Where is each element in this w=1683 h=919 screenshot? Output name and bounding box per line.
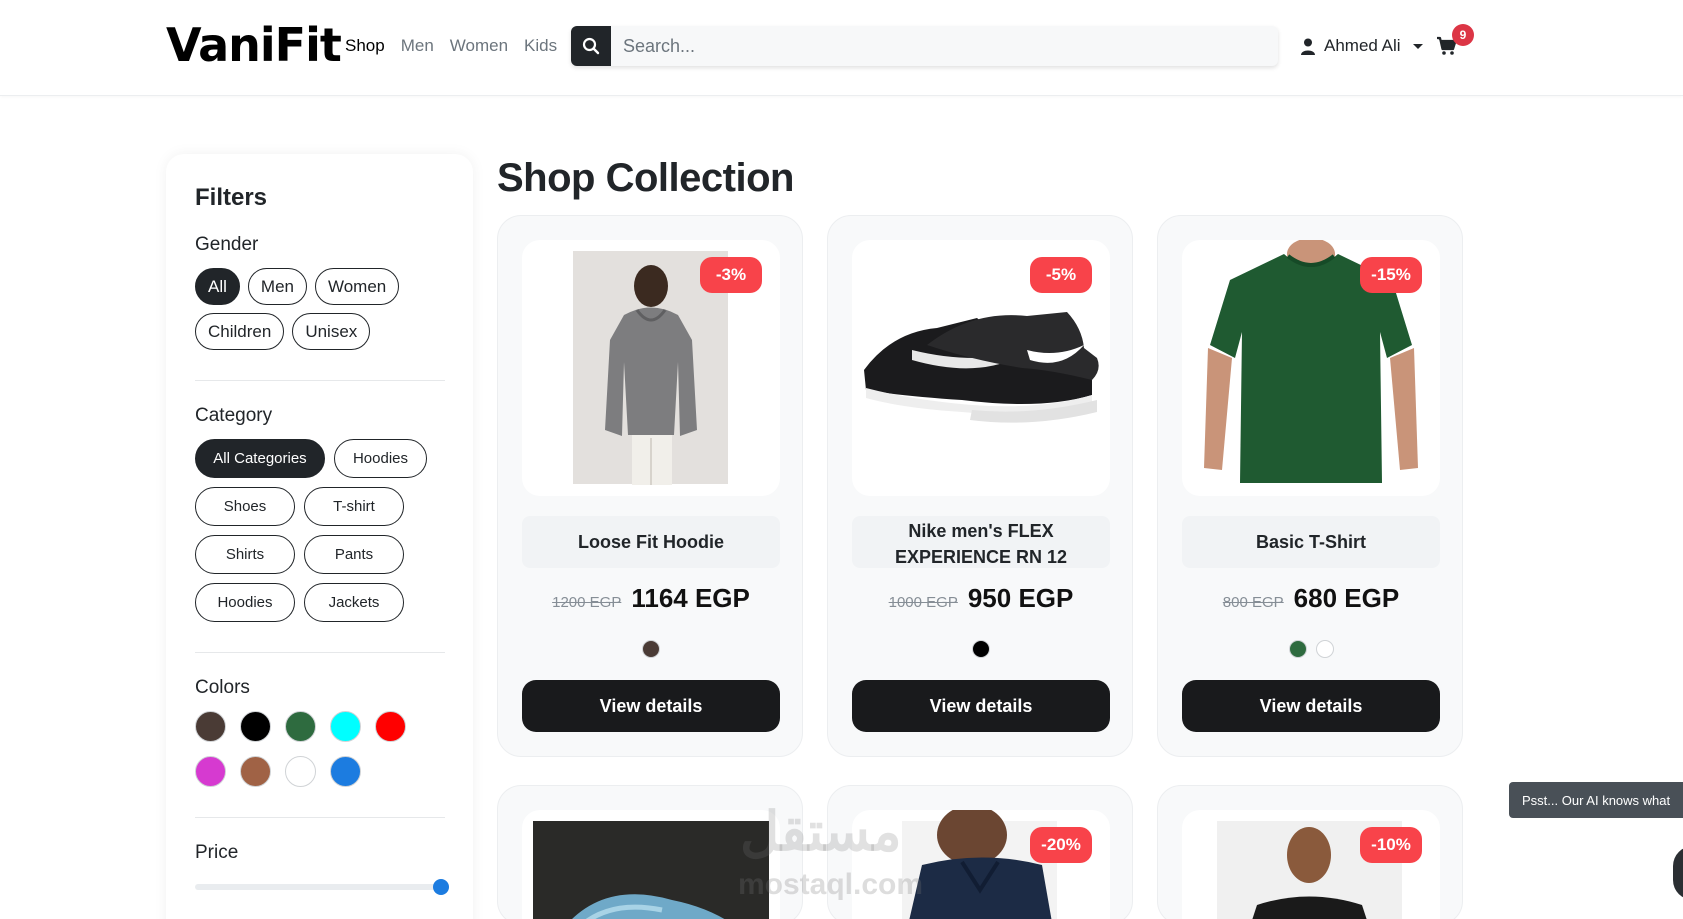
search-input[interactable] (611, 26, 1278, 66)
nav-kids[interactable]: Kids (524, 36, 557, 56)
page-title: Shop Collection (497, 156, 794, 200)
chevron-down-icon (1412, 43, 1423, 49)
category-shoes-pill[interactable]: Shoes (195, 487, 295, 526)
product-name: Basic T-Shirt (1182, 516, 1440, 568)
discount-badge: -10% (1360, 827, 1422, 863)
color-swatch[interactable] (330, 756, 361, 787)
filters-title: Filters (195, 184, 268, 211)
category-jackets-pill[interactable]: Jackets (304, 583, 404, 622)
discount-badge: -5% (1030, 257, 1092, 293)
view-details-button[interactable]: View details (1182, 680, 1440, 732)
category-filter: All Categories Hoodies Shoes T-shirt Shi… (195, 439, 444, 622)
user-name: Ahmed Ali (1324, 36, 1401, 55)
nav-men[interactable]: Men (401, 36, 434, 56)
product-price: 1000 EGP 950 EGP (828, 583, 1134, 614)
color-swatch[interactable] (240, 756, 271, 787)
view-details-button[interactable]: View details (852, 680, 1110, 732)
price-label: Price (195, 842, 239, 863)
product-image[interactable]: -15% (1182, 240, 1440, 496)
brand-logo[interactable]: VaniFit (166, 18, 342, 72)
divider (195, 817, 445, 818)
product-name-text: Nike men's FLEX EXPERIENCE RN 12 (894, 521, 1068, 567)
product-card[interactable]: -10% (1157, 785, 1463, 919)
category-all-pill[interactable]: All Categories (195, 439, 325, 478)
category-pants-pill[interactable]: Pants (304, 535, 404, 574)
gender-filter: All Men Women Children Unisex (195, 268, 445, 350)
color-swatch[interactable] (285, 756, 316, 787)
nav-women[interactable]: Women (450, 36, 508, 56)
user-menu[interactable]: Ahmed Ali (1300, 36, 1423, 56)
gender-label: Gender (195, 234, 259, 255)
product-image[interactable]: -10% (1182, 810, 1440, 919)
product-name: Loose Fit Hoodie (522, 516, 780, 568)
gender-all-pill[interactable]: All (195, 268, 240, 305)
price-slider-handle[interactable] (433, 879, 449, 895)
product-name: Nike men's FLEX EXPERIENCE RN 12 (852, 516, 1110, 568)
cart-count-badge: 9 (1452, 24, 1474, 46)
product-price: 800 EGP 680 EGP (1158, 583, 1464, 614)
discount-badge: -15% (1360, 257, 1422, 293)
user-icon (1301, 38, 1315, 55)
colors-label: Colors (195, 677, 250, 698)
ai-assistant-toast[interactable]: Psst... Our AI knows what (1509, 782, 1683, 818)
gender-men-pill[interactable]: Men (247, 268, 307, 305)
search-button[interactable] (571, 26, 611, 66)
color-swatch[interactable] (330, 711, 361, 742)
search-icon (582, 37, 600, 55)
main-nav: Shop Men Women Kids (345, 36, 557, 56)
color-option-dot[interactable] (642, 640, 660, 658)
old-price: 800 EGP (1222, 594, 1284, 611)
category-hoodies-pill[interactable]: Hoodies (334, 439, 427, 478)
divider (195, 380, 445, 381)
color-option-dot[interactable] (972, 640, 990, 658)
discount-badge: -3% (700, 257, 762, 293)
color-options (1158, 640, 1464, 658)
category-label: Category (195, 405, 273, 426)
product-name-text: Loose Fit Hoodie (578, 532, 724, 552)
top-navbar: VaniFit Shop Men Women Kids Ahmed Ali 9 (0, 0, 1683, 96)
product-card[interactable]: -20% (827, 785, 1133, 919)
current-price: 1164 EGP (631, 583, 750, 613)
nav-shop[interactable]: Shop (345, 36, 385, 56)
product-photo (533, 821, 769, 919)
product-card[interactable] (497, 785, 803, 919)
filters-sidebar: Filters Gender All Men Women Children Un… (166, 154, 473, 919)
product-card[interactable]: -5% Nike men's FLEX EXPERIENCE RN 12 100… (827, 215, 1133, 757)
color-option-dot[interactable] (1315, 640, 1334, 658)
product-price: 1200 EGP 1164 EGP (498, 583, 804, 614)
search-bar (571, 26, 1278, 66)
color-filter (195, 711, 444, 787)
color-options (498, 640, 804, 658)
color-swatch[interactable] (195, 756, 226, 787)
color-swatch[interactable] (375, 711, 406, 742)
gender-unisex-pill[interactable]: Unisex (292, 313, 371, 350)
product-image[interactable]: -5% (852, 240, 1110, 496)
old-price: 1000 EGP (888, 594, 958, 611)
product-image[interactable]: -3% (522, 240, 780, 496)
chat-widget-button[interactable] (1673, 846, 1683, 900)
category-hoodies-pill-2[interactable]: Hoodies (195, 583, 295, 622)
gender-children-pill[interactable]: Children (195, 313, 285, 350)
category-tshirt-pill[interactable]: T-shirt (304, 487, 404, 526)
color-swatch[interactable] (195, 711, 226, 742)
product-image[interactable]: -20% (852, 810, 1110, 919)
color-swatch[interactable] (285, 711, 316, 742)
color-swatch[interactable] (240, 711, 271, 742)
category-shirts-pill[interactable]: Shirts (195, 535, 295, 574)
divider (195, 652, 445, 653)
product-card[interactable]: -3% Loose Fit Hoodie 1200 EGP 1164 EGP V… (497, 215, 803, 757)
color-option-dot[interactable] (1288, 640, 1307, 658)
current-price: 950 EGP (967, 583, 1074, 613)
price-slider[interactable] (195, 879, 449, 895)
color-options (828, 640, 1134, 658)
discount-badge: -20% (1030, 827, 1092, 863)
old-price: 1200 EGP (552, 594, 622, 611)
product-name-text: Basic T-Shirt (1255, 532, 1367, 552)
view-details-button[interactable]: View details (522, 680, 780, 732)
product-card[interactable]: -15% Basic T-Shirt 800 EGP 680 EGP View … (1157, 215, 1463, 757)
gender-women-pill[interactable]: Women (314, 268, 400, 305)
current-price: 680 EGP (1293, 583, 1400, 613)
product-image[interactable] (522, 810, 780, 919)
